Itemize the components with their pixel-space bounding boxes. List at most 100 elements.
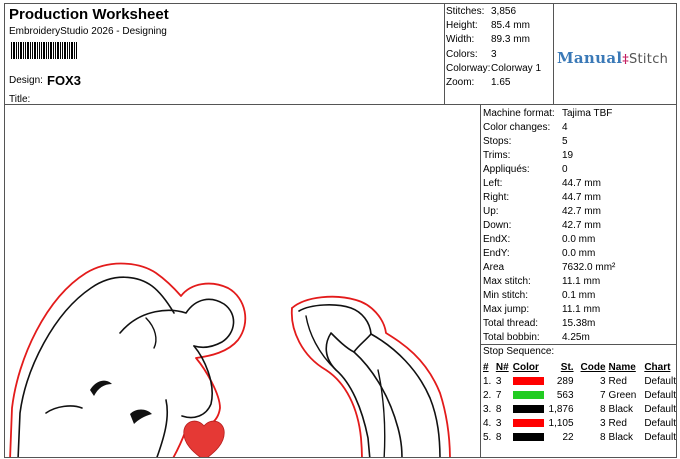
prop-label: Machine format: — [483, 108, 555, 119]
stitch-count: 22 — [562, 432, 574, 443]
color-swatch — [512, 433, 544, 442]
col-header: Color — [512, 362, 539, 373]
thread-code: 8 — [599, 404, 606, 415]
stitch-line — [119, 298, 235, 348]
divider — [444, 4, 445, 104]
prop-label: Total bobbin: — [483, 332, 540, 343]
color-swatch — [512, 377, 544, 386]
placement-outline — [290, 307, 363, 457]
table-header-row: # N# Color St. Code Name Chart — [483, 361, 676, 375]
stat-label: Zoom: — [446, 77, 475, 89]
table-row: 1. 3 289 3 Red Default — [483, 375, 676, 389]
stitch-line — [370, 333, 441, 457]
prop-label: Up: — [483, 206, 499, 217]
prop-value: 7632.0 mm² — [562, 262, 616, 273]
prop-label: Left: — [483, 178, 503, 189]
stat-value: 89.3 mm — [491, 34, 530, 46]
color-swatch — [512, 419, 544, 428]
prop-value: Tajima TBF — [562, 108, 613, 119]
heart-shape — [183, 420, 225, 457]
col-header: Code — [580, 362, 606, 373]
thread-name: Red — [608, 418, 627, 429]
thread-code: 3 — [599, 418, 606, 429]
col-header: N# — [495, 362, 509, 373]
prop-label: Trims: — [483, 150, 511, 161]
row-index: 2. — [483, 390, 492, 401]
thread-name: Black — [608, 432, 633, 443]
stat-value: 3,856 — [491, 6, 517, 17]
placement-outline — [291, 295, 451, 457]
thread-spool-icon: ‡ — [622, 52, 629, 66]
prop-value: 0.0 mm — [562, 234, 596, 245]
thread-name: Green — [608, 390, 637, 401]
thread-chart: Default — [644, 390, 676, 401]
col-header: St. — [560, 362, 574, 373]
design-stats: Stitches: 3,856 Height: 85.4 mm Width: 89.3… — [446, 5, 541, 90]
prop-value: 44.7 mm — [562, 192, 601, 203]
stitch-count: 289 — [556, 376, 574, 387]
prop-value: 0.1 mm — [562, 290, 596, 301]
prop-label: Down: — [483, 220, 512, 231]
stat-value: Colorway 1 — [491, 62, 542, 74]
needle-number: 8 — [495, 404, 502, 415]
color-swatch — [512, 391, 544, 400]
stop-sequence-table: # N# Color St. Code Name Chart 1. 3 289 … — [483, 361, 676, 445]
prop-label: Appliqués: — [483, 164, 530, 175]
eye-left — [90, 380, 112, 396]
color-cell — [512, 389, 546, 403]
embroidery-preview — [9, 262, 451, 457]
color-cell — [512, 417, 546, 431]
stat-value: 3 — [491, 48, 497, 60]
stitch-line — [45, 405, 83, 414]
stop-sequence-title: Stop Sequence: — [483, 346, 555, 357]
row-index: 5. — [483, 432, 492, 443]
prop-label: Stops: — [483, 136, 512, 147]
stat-label: Colors: — [446, 48, 478, 60]
worksheet-frame: Production Worksheet EmbroideryStudio 20… — [4, 3, 677, 458]
thread-chart: Default — [644, 376, 676, 387]
prop-value: 44.7 mm — [562, 178, 601, 189]
color-cell — [512, 375, 546, 389]
table-row: 4. 3 1,105 3 Red Default — [483, 417, 676, 431]
barcode — [11, 42, 77, 59]
col-header: Chart — [644, 362, 671, 373]
prop-value: 5 — [562, 136, 568, 147]
thread-name: Black — [608, 404, 633, 415]
machine-properties: Machine format: Tajima TBF Color changes:… — [483, 107, 615, 345]
title-label: Title: — [9, 94, 31, 105]
logo-word-stitch: Stitch — [628, 52, 669, 67]
thread-code: 7 — [599, 390, 606, 401]
design-name: FOX3 — [47, 73, 81, 88]
thread-name: Red — [608, 376, 627, 387]
stitch-count: 1,876 — [548, 404, 574, 415]
color-swatch — [512, 405, 544, 414]
color-cell — [512, 431, 546, 445]
thread-chart: Default — [644, 418, 676, 429]
stitch-line — [145, 317, 157, 349]
table-row: 3. 8 1,876 8 Black Default — [483, 403, 676, 417]
divider — [5, 104, 676, 105]
row-index: 3. — [483, 404, 492, 415]
color-cell — [512, 403, 546, 417]
prop-value: 0.0 mm — [562, 248, 596, 259]
stat-label: Height: — [446, 20, 478, 32]
prop-label: Color changes: — [483, 122, 551, 133]
row-index: 4. — [483, 418, 492, 429]
stitch-count: 563 — [556, 390, 574, 401]
needle-number: 3 — [495, 376, 502, 387]
divider — [553, 4, 554, 104]
stat-label: Colorway: — [446, 62, 491, 74]
prop-value: 19 — [562, 150, 574, 161]
table-row: 2. 7 563 7 Green Default — [483, 389, 676, 403]
design-label: Design: — [9, 75, 43, 86]
brand-logo: Manual‡Stitch — [557, 49, 668, 67]
prop-label: Total thread: — [483, 318, 539, 329]
prop-label: Max jump: — [483, 304, 530, 315]
needle-number: 7 — [495, 390, 502, 401]
logo-word-manual: Manual — [557, 49, 623, 67]
prop-value: 11.1 mm — [562, 276, 601, 287]
prop-label: Area — [483, 262, 505, 273]
table-row: 5. 8 22 8 Black Default — [483, 431, 676, 445]
thread-code: 8 — [599, 432, 606, 443]
col-header: # — [483, 362, 489, 373]
